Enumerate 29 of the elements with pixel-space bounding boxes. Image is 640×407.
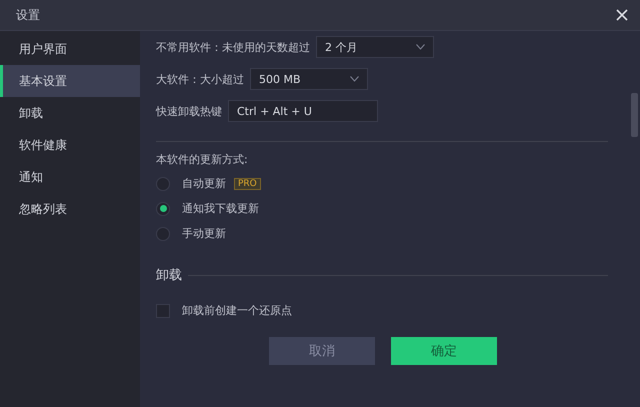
sidebar-item[interactable]: 基本设置 xyxy=(0,65,140,97)
chevron-down-icon xyxy=(416,44,425,50)
section-title: 卸载 xyxy=(156,267,182,284)
radio-button[interactable] xyxy=(156,202,170,216)
confirm-button[interactable]: 确定 xyxy=(391,337,497,365)
setting-label: 不常用软件：未使用的天数超过 xyxy=(156,40,310,54)
checkbox-label: 卸载前创建一个还原点 xyxy=(182,303,292,318)
sidebar-item[interactable]: 用户界面 xyxy=(0,33,140,65)
sidebar-item[interactable]: 卸载 xyxy=(0,97,140,129)
radio-button[interactable] xyxy=(156,226,170,240)
dropdown[interactable]: 500 MB xyxy=(250,68,368,90)
close-icon xyxy=(616,9,628,21)
radio-label: 手动更新 xyxy=(182,226,226,241)
window-title: 设置 xyxy=(16,6,40,24)
update-mode-label: 本软件的更新方式: xyxy=(156,152,249,167)
pro-badge: PRO xyxy=(234,178,261,190)
chevron-down-icon xyxy=(350,76,359,82)
hotkey-field[interactable]: Ctrl + Alt + U xyxy=(228,100,378,122)
checkbox[interactable] xyxy=(156,304,170,318)
radio-label: 通知我下载更新 xyxy=(182,201,259,216)
sidebar-item[interactable]: 忽略列表 xyxy=(0,193,140,225)
scrollbar-thumb[interactable] xyxy=(631,93,638,137)
radio-button[interactable] xyxy=(156,176,170,190)
setting-label: 大软件：大小超过 xyxy=(156,72,244,86)
setting-label: 快速卸载热键 xyxy=(156,104,222,118)
dropdown[interactable]: 2 个月 xyxy=(316,36,434,58)
sidebar-item[interactable]: 通知 xyxy=(0,161,140,193)
sidebar-item[interactable]: 软件健康 xyxy=(0,129,140,161)
radio-label: 自动更新 xyxy=(182,176,226,191)
